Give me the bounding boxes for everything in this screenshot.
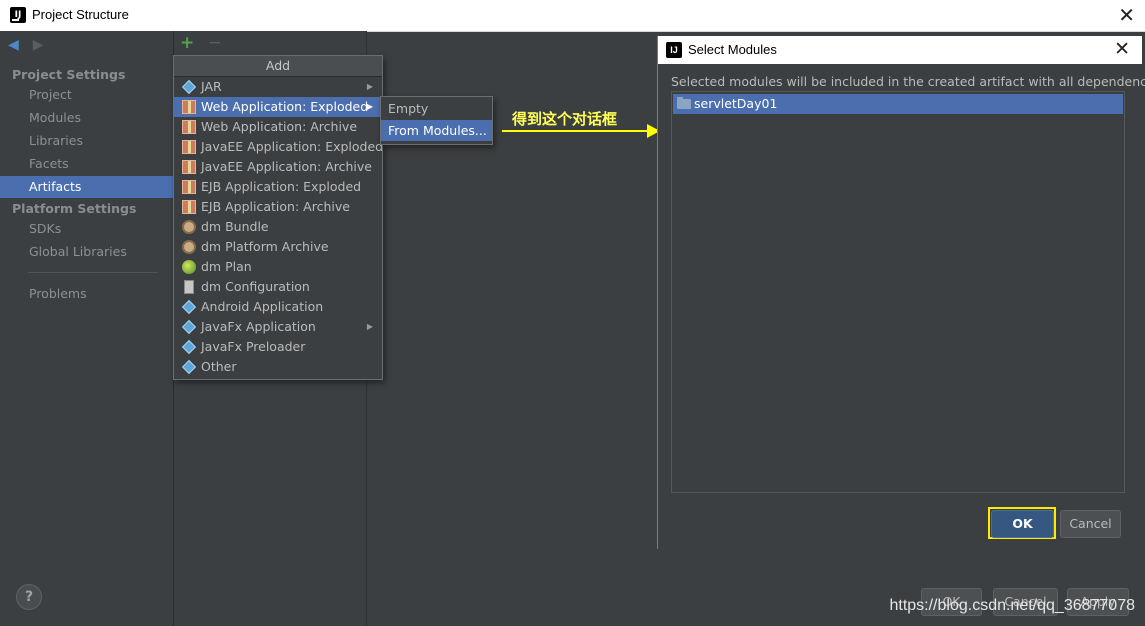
ejb-archive-icon (182, 200, 196, 214)
annotation-arrow-line (502, 130, 650, 132)
list-item[interactable]: servletDay01 (673, 94, 1123, 114)
add-menu-header: Add (174, 56, 382, 77)
menu-item-javafx-preloader[interactable]: JavaFx Preloader (174, 337, 382, 357)
diamond-icon (181, 339, 197, 355)
select-modules-dialog: IJ Select Modules ✕ Selected modules wil… (657, 36, 1145, 549)
submenu-arrow-icon: ▶ (366, 82, 373, 91)
web-archive-icon (182, 100, 196, 114)
help-button[interactable]: ? (16, 584, 42, 610)
section-project-settings: Project Settings (12, 67, 126, 82)
nav-item-sdks[interactable]: SDKs (0, 218, 173, 240)
diamond-icon (181, 79, 197, 95)
document-icon (184, 280, 194, 294)
diamond-icon (181, 299, 197, 315)
javaee-archive-icon (182, 160, 196, 174)
submenu-arrow-icon: ▶ (366, 102, 373, 111)
bundle-icon (182, 220, 196, 234)
nav-item-libraries[interactable]: Libraries (0, 130, 173, 152)
web-exploded-submenu: Empty From Modules... (380, 96, 493, 145)
menu-item-web-app-exploded[interactable]: Web Application: Exploded ▶ (174, 97, 382, 117)
nav-item-global-libraries[interactable]: Global Libraries (0, 241, 173, 263)
diamond-icon (181, 359, 197, 375)
diamond-icon (181, 319, 197, 335)
menu-item-web-app-archive[interactable]: Web Application: Archive (174, 117, 382, 137)
submenu-item-empty[interactable]: Empty (381, 98, 492, 119)
globe-icon (182, 260, 196, 274)
menu-item-android-app[interactable]: Android Application (174, 297, 382, 317)
menu-item-javaee-archive[interactable]: JavaEE Application: Archive (174, 157, 382, 177)
back-arrow-icon[interactable]: ◀ (8, 37, 19, 53)
intellij-logo-icon: IJ (10, 7, 26, 23)
javaee-archive-icon (182, 140, 196, 154)
window-titlebar: IJ Project Structure ✕ (0, 0, 1145, 32)
add-icon[interactable]: + (180, 33, 194, 53)
modules-list[interactable]: servletDay01 (671, 91, 1125, 493)
ejb-archive-icon (182, 180, 196, 194)
menu-item-ejb-exploded[interactable]: EJB Application: Exploded (174, 177, 382, 197)
module-folder-icon (677, 97, 691, 109)
submenu-arrow-icon: ▶ (366, 322, 373, 331)
nav-item-project[interactable]: Project (0, 84, 173, 106)
web-archive-icon (182, 120, 196, 134)
dialog-description: Selected modules will be included in the… (671, 74, 1145, 89)
submenu-item-from-modules[interactable]: From Modules... (381, 120, 492, 141)
menu-item-ejb-archive[interactable]: EJB Application: Archive (174, 197, 382, 217)
nav-divider (28, 272, 158, 273)
left-nav: ◀ ▶ Project Settings Project Modules Lib… (0, 31, 174, 626)
remove-icon[interactable]: − (208, 33, 222, 53)
menu-item-javaee-exploded[interactable]: JavaEE Application: Exploded (174, 137, 383, 157)
dialog-title: Select Modules (688, 42, 777, 57)
menu-item-jar[interactable]: JAR ▶ (174, 77, 382, 97)
menu-item-dm-plan[interactable]: dm Plan (174, 257, 382, 277)
menu-item-dm-platform-archive[interactable]: dm Platform Archive (174, 237, 382, 257)
window-title: Project Structure (32, 7, 129, 22)
menu-item-dm-bundle[interactable]: dm Bundle (174, 217, 382, 237)
nav-item-modules[interactable]: Modules (0, 107, 173, 129)
add-artifact-menu: Add JAR ▶ Web Application: Exploded ▶ Web … (173, 55, 383, 380)
section-platform-settings: Platform Settings (12, 201, 137, 216)
artifacts-toolbar: + − (180, 33, 222, 53)
ok-button[interactable]: OK (991, 510, 1054, 538)
dialog-titlebar: IJ Select Modules ✕ (658, 36, 1142, 64)
cancel-button[interactable]: Cancel (1060, 510, 1121, 538)
nav-item-problems[interactable]: Problems (0, 283, 173, 305)
window-close-icon[interactable]: ✕ (1118, 3, 1135, 27)
annotation-text: 得到这个对话框 (512, 110, 618, 128)
nav-item-facets[interactable]: Facets (0, 153, 173, 175)
bundle-icon (182, 240, 196, 254)
nav-item-artifacts[interactable]: Artifacts (0, 176, 173, 198)
menu-item-dm-configuration[interactable]: dm Configuration (174, 277, 382, 297)
dialog-close-icon[interactable]: ✕ (1114, 38, 1130, 60)
watermark: https://blog.csdn.net/qq_36877078 (889, 597, 1135, 614)
forward-arrow-icon[interactable]: ▶ (33, 37, 44, 53)
menu-item-other[interactable]: Other (174, 357, 382, 377)
menu-item-javafx-app[interactable]: JavaFx Application ▶ (174, 317, 382, 337)
nav-arrows: ◀ ▶ (8, 37, 54, 55)
intellij-logo-icon: IJ (666, 42, 682, 58)
